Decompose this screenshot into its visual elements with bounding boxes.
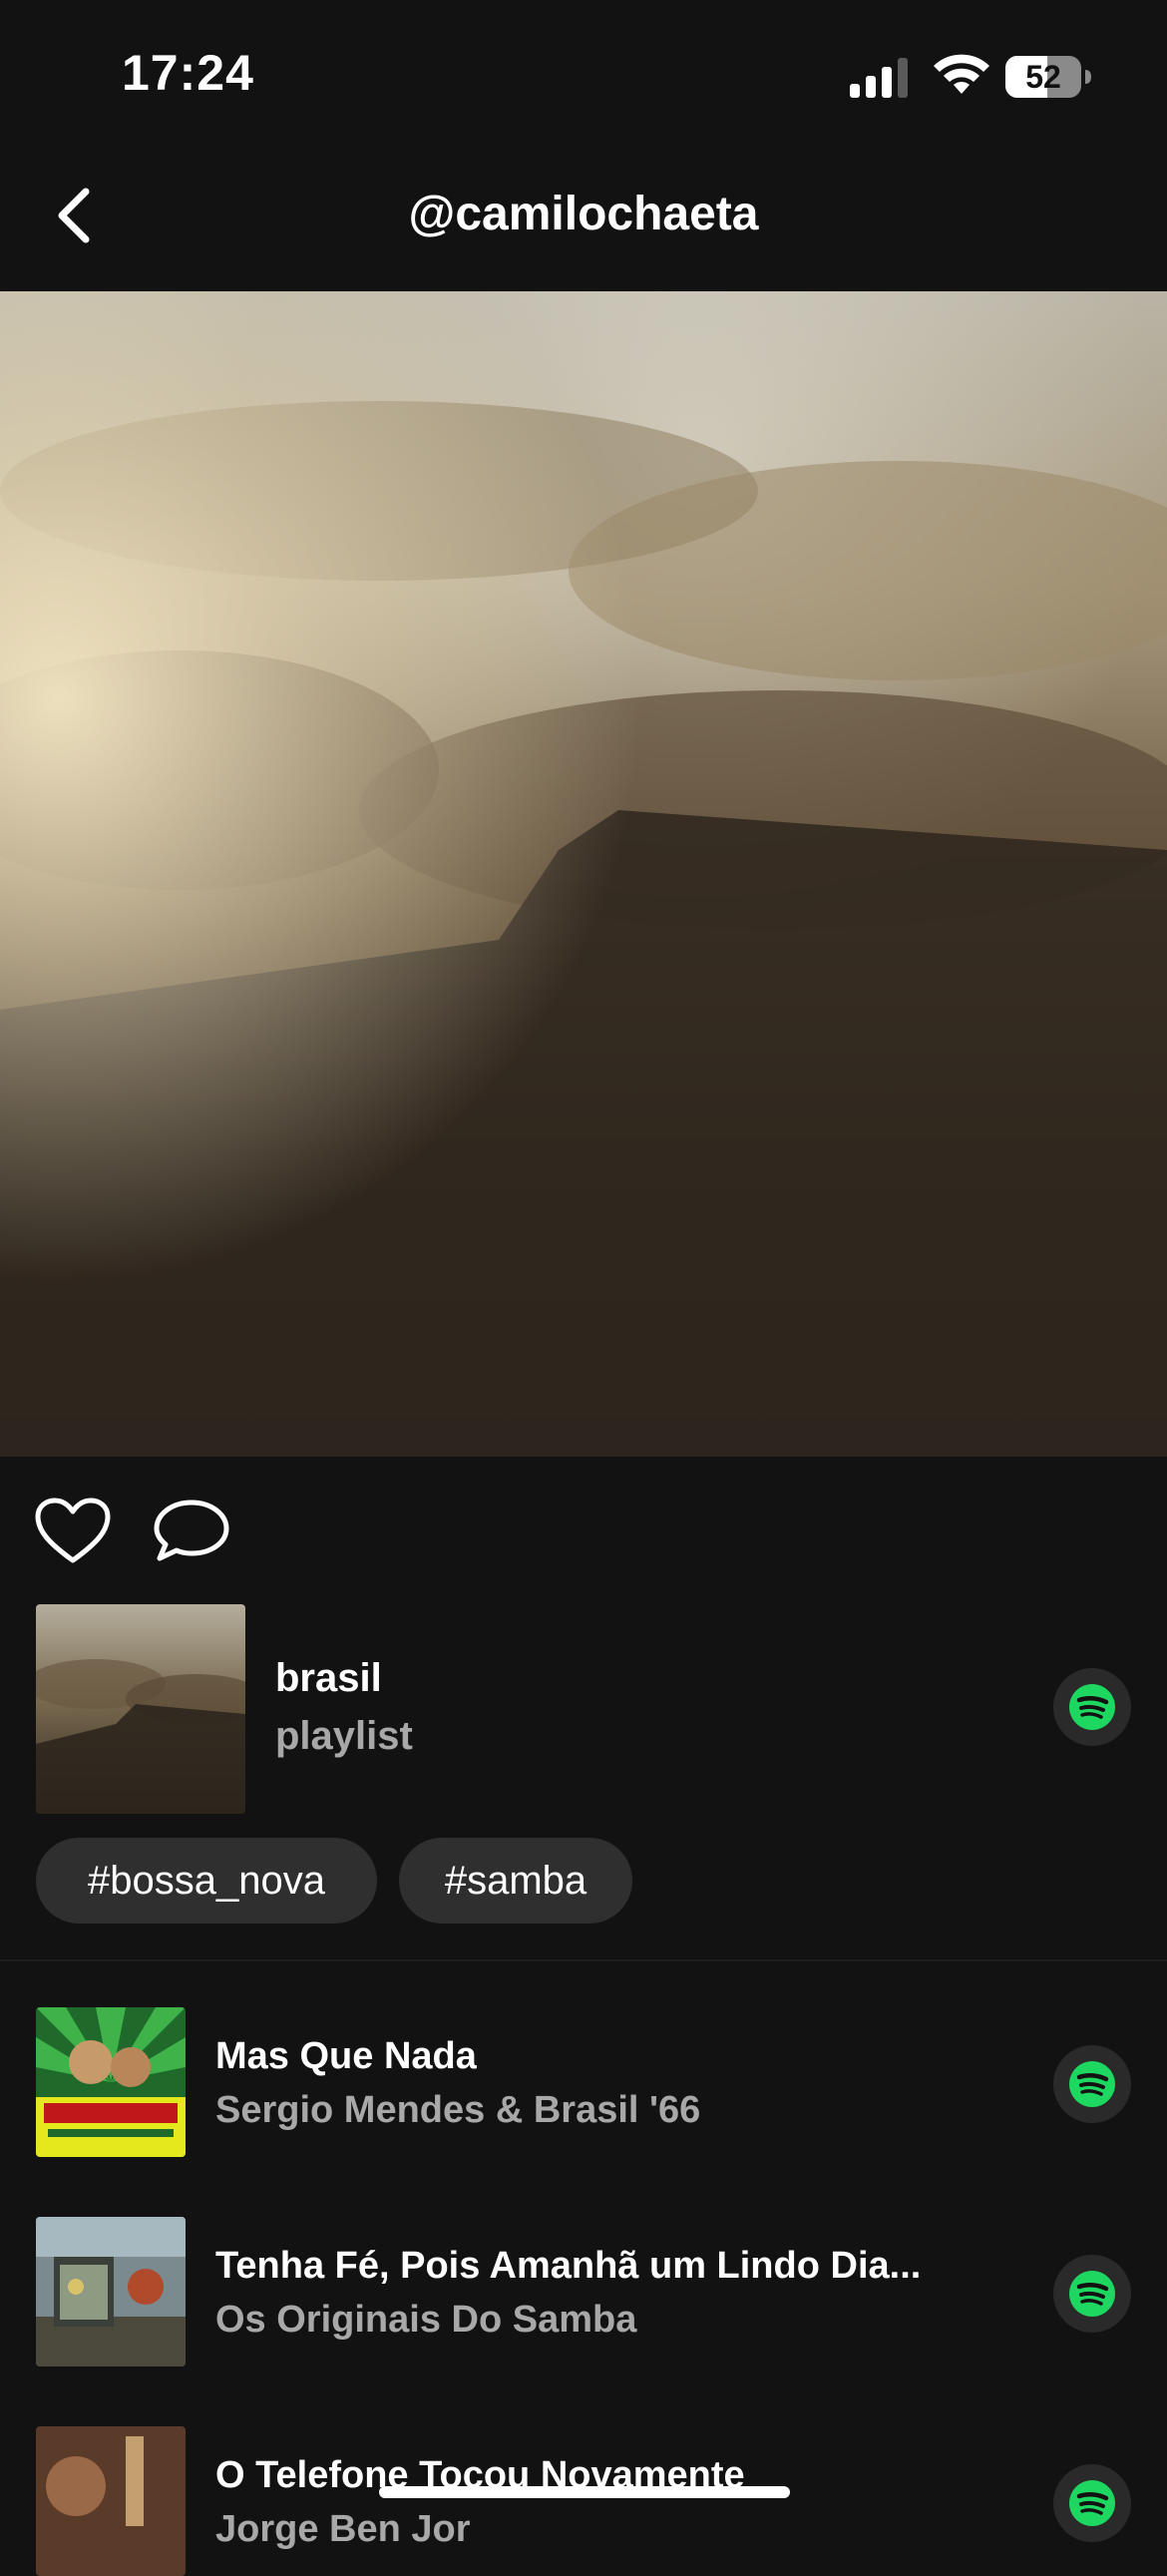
- track-title: Mas Que Nada: [215, 2035, 477, 2077]
- track-spotify-button[interactable]: [1053, 2464, 1131, 2542]
- tag-chip[interactable]: #bossa_nova: [36, 1838, 377, 1924]
- battery-percentage: 52: [1025, 58, 1061, 95]
- spotify-icon: [1069, 2480, 1115, 2526]
- track-artwork[interactable]: [36, 2217, 186, 2366]
- track-artwork[interactable]: [36, 2007, 186, 2157]
- battery-indicator: 52: [1005, 56, 1091, 98]
- track-artist: Os Originais Do Samba: [215, 2299, 637, 2341]
- status-bar: 17:24 52: [0, 0, 1167, 150]
- playlist-thumbnail[interactable]: [36, 1604, 245, 1814]
- wifi-icon: [934, 54, 989, 94]
- status-time: 17:24: [122, 45, 254, 101]
- like-heart-icon[interactable]: [34, 1497, 112, 1566]
- home-indicator[interactable]: [379, 2486, 790, 2498]
- cellular-signal-icon: [850, 58, 908, 98]
- spotify-icon: [1069, 2061, 1115, 2107]
- track-spotify-button[interactable]: [1053, 2255, 1131, 2333]
- spotify-icon: [1069, 1684, 1115, 1730]
- tag-chip[interactable]: #samba: [399, 1838, 632, 1924]
- track-artwork[interactable]: [36, 2426, 186, 2576]
- page-title: @camilochaeta: [408, 188, 759, 240]
- playlist-type-label: playlist: [275, 1714, 413, 1758]
- playlist-spotify-button[interactable]: [1053, 1668, 1131, 1746]
- track-artist: Jorge Ben Jor: [215, 2508, 471, 2550]
- spotify-icon: [1069, 2271, 1115, 2317]
- track-title: Tenha Fé, Pois Amanhã um Lindo Dia...: [215, 2245, 922, 2287]
- playlist-cover-image: [0, 291, 1167, 1457]
- track-spotify-button[interactable]: [1053, 2045, 1131, 2123]
- comment-bubble-icon[interactable]: [152, 1497, 231, 1566]
- track-artist: Sergio Mendes & Brasil '66: [215, 2089, 701, 2131]
- divider: [0, 1959, 1167, 1961]
- playlist-name: brasil: [275, 1656, 382, 1700]
